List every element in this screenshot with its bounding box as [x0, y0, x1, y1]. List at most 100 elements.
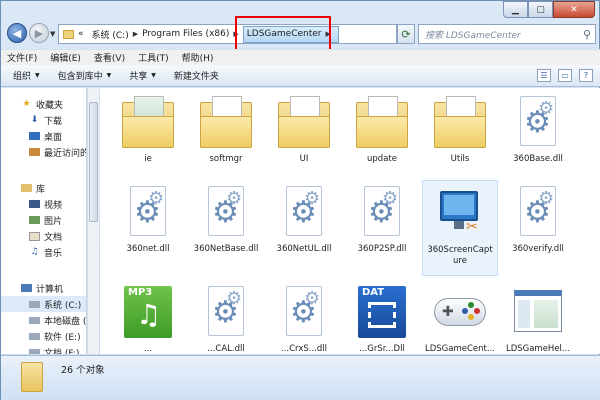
file-item[interactable]: DAT ...GrSr...Dll — [344, 280, 420, 354]
chevron-right-icon[interactable]: ▶ — [233, 30, 238, 38]
video-icon — [29, 200, 40, 208]
nav-drive-c[interactable]: 系统 (C:) — [1, 296, 86, 312]
menu-help[interactable]: 帮助(H) — [182, 51, 214, 64]
menu-view[interactable]: 查看(V) — [94, 51, 125, 64]
file-list: ie softmgr UI update Utils ⚙ ⚙ 360Base.dl… — [100, 88, 600, 354]
maximize-button[interactable]: ▢ — [528, 1, 553, 18]
nav-favorites-label: 收藏夹 — [36, 100, 64, 111]
search-icon[interactable]: ⚲ — [583, 28, 591, 41]
breadcrumb-item-drive[interactable]: 系统 (C:) — [92, 28, 129, 41]
folder-icon — [198, 94, 254, 150]
nav-drive-e-label: 软件 (E:) — [44, 332, 81, 343]
menu-edit[interactable]: 编辑(E) — [50, 51, 81, 64]
breadcrumb-prefix[interactable]: « — [78, 29, 84, 39]
dat-file-icon: DAT — [354, 284, 410, 340]
navigation-scrollbar[interactable] — [87, 88, 99, 354]
breadcrumb-item-current[interactable]: LDSGameCenter ▶ — [242, 25, 339, 43]
dll-gear-icon: ⚙ ⚙ — [198, 184, 254, 240]
back-button[interactable]: ◀ — [7, 23, 27, 43]
file-item[interactable]: ⚙ ⚙ 360net.dll — [110, 180, 186, 268]
dll-gear-icon: ⚙ ⚙ — [354, 184, 410, 240]
menu-tools[interactable]: 工具(T) — [138, 51, 169, 64]
file-item[interactable]: ⚙ ⚙ 360NetBase.dll — [188, 180, 264, 268]
file-name: 360ScreenCapture — [427, 245, 493, 266]
close-button[interactable]: ✕ — [553, 1, 595, 18]
file-item[interactable]: ⚙ ⚙ ...CrxS...dll — [266, 280, 342, 354]
item-count: 26 个对象 — [61, 365, 105, 376]
drive-icon — [29, 316, 40, 324]
title-buttons: ▁ ▢ ✕ — [503, 1, 595, 18]
file-name: LDSGameCent... — [425, 344, 495, 354]
chevron-right-icon[interactable]: ▶ — [326, 30, 331, 38]
nav-computer[interactable]: 计算机 — [1, 280, 86, 296]
dll-gear-icon: ⚙ ⚙ — [276, 284, 332, 340]
nav-drive-d[interactable]: 本地磁盘 ( — [1, 312, 86, 328]
help-icon[interactable]: ? — [579, 69, 593, 82]
nav-recent[interactable]: 最近访问的 — [1, 144, 86, 160]
file-item[interactable]: ie — [110, 90, 186, 178]
file-name: ie — [144, 154, 152, 164]
file-name: 360P2SP.dll — [357, 244, 407, 254]
nav-library[interactable]: 库 — [1, 180, 86, 196]
file-item[interactable]: MP3 ♫ ... — [110, 280, 186, 354]
nav-pictures-label: 图片 — [44, 216, 63, 227]
file-name: ...CAL.dll — [207, 344, 245, 354]
nav-drive-f-label: 文档 (F:) — [44, 348, 80, 355]
nav-documents[interactable]: 文档 — [1, 228, 86, 244]
nav-documents-label: 文档 — [44, 232, 63, 243]
dll-gear-icon: ⚙ ⚙ — [510, 184, 566, 240]
computer-icon — [21, 284, 32, 292]
change-view-icon[interactable]: ☰ — [537, 69, 551, 82]
file-item[interactable]: ⚙ ⚙ 360verify.dll — [500, 180, 576, 268]
share-button[interactable]: 共享 ▼ — [129, 69, 156, 82]
folder-icon — [354, 94, 410, 150]
file-item[interactable]: softmgr — [188, 90, 264, 178]
new-folder-button[interactable]: 新建文件夹 — [174, 69, 219, 82]
file-item[interactable]: UI — [266, 90, 342, 178]
preview-pane-icon[interactable]: ▭ — [558, 69, 572, 82]
nav-desktop[interactable]: 桌面 — [1, 128, 86, 144]
nav-favorites[interactable]: ★ 收藏夹 — [1, 96, 86, 112]
nav-drive-f[interactable]: 文档 (F:) — [1, 344, 86, 355]
nav-computer-label: 计算机 — [36, 284, 64, 295]
minimize-button[interactable]: ▁ — [503, 1, 528, 18]
organize-label: 组织 — [13, 72, 32, 82]
file-item[interactable]: update — [344, 90, 420, 178]
menu-bar: 文件(F) 编辑(E) 查看(V) 工具(T) 帮助(H) — [1, 49, 600, 65]
file-name: softmgr — [209, 154, 243, 164]
nav-videos[interactable]: 视频 — [1, 196, 86, 212]
refresh-button[interactable]: ⟳ — [397, 24, 415, 44]
music-icon: ♫ — [30, 247, 39, 257]
nav-music[interactable]: ♫ 音乐 — [1, 244, 86, 260]
file-name: 360net.dll — [126, 244, 170, 254]
recent-pages-dropdown-icon[interactable]: ▼ — [50, 30, 55, 38]
command-bar: 组织 ▼ 包含到库中 ▼ 共享 ▼ 新建文件夹 ☰ ▭ ? — [1, 65, 600, 87]
organize-button[interactable]: 组织 ▼ — [13, 69, 40, 82]
file-name: UI — [299, 154, 309, 164]
file-item[interactable]: ⚙ ⚙ 360P2SP.dll — [344, 180, 420, 268]
nav-pictures[interactable]: 图片 — [1, 212, 86, 228]
folder-icon — [432, 94, 488, 150]
file-item[interactable]: ✂ 360ScreenCapture — [422, 180, 498, 276]
file-item[interactable]: Utils — [422, 90, 498, 178]
forward-button[interactable]: ▶ — [29, 23, 49, 43]
address-bar[interactable]: « 系统 (C:) ▶ Program Files (x86) ▶ LDSGam… — [58, 24, 448, 44]
file-name: Utils — [450, 154, 470, 164]
file-item[interactable]: ⚙ ⚙ ...CAL.dll — [188, 280, 264, 354]
menu-file[interactable]: 文件(F) — [7, 51, 37, 64]
breadcrumb-item-program-files[interactable]: Program Files (x86) — [142, 29, 229, 39]
nav-downloads[interactable]: ⬇ 下载 — [1, 112, 86, 128]
file-item[interactable]: LDSGameHel... — [500, 280, 576, 354]
share-label: 共享 — [129, 72, 148, 82]
nav-drive-e[interactable]: 软件 (E:) — [1, 328, 86, 344]
search-input[interactable]: 搜索 LDSGameCenter ⚲ — [418, 24, 596, 44]
drive-icon — [29, 348, 40, 354]
chevron-right-icon[interactable]: ▶ — [133, 30, 138, 38]
dll-gear-icon: ⚙ ⚙ — [120, 184, 176, 240]
file-item[interactable]: ⚙ ⚙ 360NetUL.dll — [266, 180, 342, 268]
include-in-library-button[interactable]: 包含到库中 ▼ — [58, 69, 112, 82]
file-item[interactable]: ⚙ ⚙ 360Base.dll — [500, 90, 576, 178]
file-name: 360verify.dll — [512, 244, 564, 254]
file-item[interactable]: ✚ LDSGameCent... — [422, 280, 498, 354]
scrollbar-thumb[interactable] — [89, 102, 98, 222]
